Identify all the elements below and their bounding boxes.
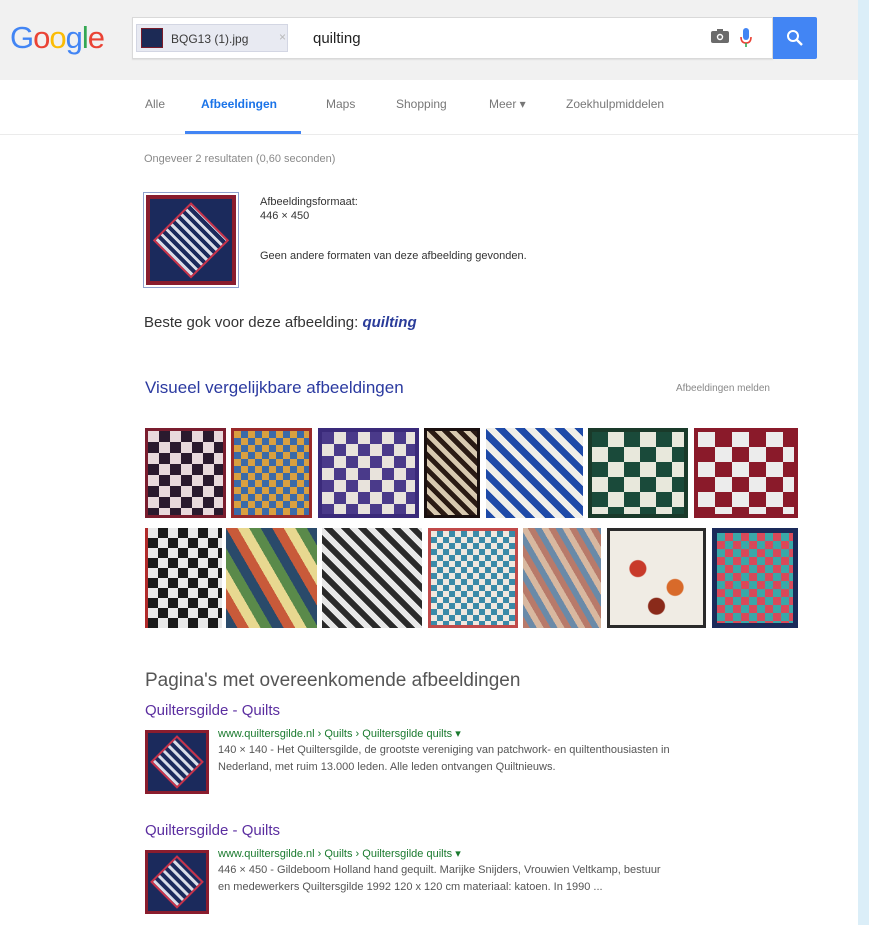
similar-image[interactable] (226, 528, 317, 628)
chip-thumbnail (141, 28, 163, 48)
similar-image[interactable] (694, 428, 798, 518)
similar-image[interactable] (231, 428, 312, 518)
result-thumbnail[interactable] (145, 730, 209, 794)
similar-image[interactable] (145, 528, 222, 628)
result-snippet-line2: Nederland, met ruim 13.000 leden. Alle l… (218, 761, 556, 773)
google-logo[interactable]: Google (10, 20, 105, 56)
search-icon (787, 30, 803, 46)
no-other-sizes-note: Geen andere formaten van deze afbeelding… (260, 250, 527, 262)
result-snippet-line1: 140 × 140 - Het Quiltersgilde, de groots… (218, 744, 670, 756)
camera-icon[interactable] (711, 29, 729, 43)
tab-search-tools[interactable]: Zoekhulpmiddelen (566, 97, 664, 111)
result-snippet-line1: 446 × 450 - Gildeboom Holland hand gequi… (218, 864, 661, 876)
similar-image[interactable] (712, 528, 798, 628)
quilt-image (146, 195, 236, 285)
tab-shopping[interactable]: Shopping (396, 97, 447, 111)
result-title[interactable]: Quiltersgilde - Quilts (145, 822, 280, 839)
image-format-value[interactable]: 446 × 450 (260, 210, 309, 222)
tab-maps[interactable]: Maps (326, 97, 355, 111)
search-box[interactable]: BQG13 (1).jpg × quilting (132, 17, 773, 59)
similar-image[interactable] (607, 528, 706, 628)
image-format-label: Afbeeldingsformaat: (260, 196, 358, 208)
best-guess-prefix: Beste gok voor deze afbeelding: (144, 314, 363, 331)
matching-pages-title: Pagina's met overeenkomende afbeeldingen (145, 670, 521, 691)
similar-image[interactable] (588, 428, 688, 518)
chip-filename: BQG13 (1).jpg (171, 32, 249, 46)
result-title[interactable]: Quiltersgilde - Quilts (145, 702, 280, 719)
chip-close-icon[interactable]: × (279, 30, 286, 44)
tab-more[interactable]: Meer ▾ (489, 97, 526, 111)
similar-image[interactable] (486, 428, 583, 518)
result-stats: Ongeveer 2 resultaten (0,60 seconden) (144, 153, 336, 165)
result-url[interactable]: www.quiltersgilde.nl › Quilts › Quilters… (218, 727, 461, 740)
similar-image[interactable] (424, 428, 480, 518)
similar-image[interactable] (428, 528, 518, 628)
best-guess: Beste gok voor deze afbeelding: quilting (144, 314, 417, 331)
similar-image[interactable] (318, 428, 419, 518)
query-image-thumbnail[interactable] (143, 192, 239, 288)
tab-images[interactable]: Afbeeldingen (201, 97, 277, 111)
search-header: Google BQG13 (1).jpg × quilting (0, 0, 858, 80)
active-tab-indicator (185, 131, 301, 134)
similar-image[interactable] (523, 528, 601, 628)
similar-image[interactable] (322, 528, 422, 628)
result-url[interactable]: www.quiltersgilde.nl › Quilts › Quilters… (218, 847, 461, 860)
search-input[interactable]: quilting (313, 30, 361, 47)
result-snippet-line2: en medewerkers Quiltersgilde 1992 120 x … (218, 881, 603, 893)
result-thumbnail[interactable] (145, 850, 209, 914)
best-guess-link[interactable]: quilting (362, 314, 416, 331)
similar-image[interactable] (145, 428, 226, 518)
tab-all[interactable]: Alle (145, 97, 165, 111)
search-tabs: Alle Afbeeldingen Maps Shopping Meer ▾ Z… (0, 80, 858, 135)
similar-images-title[interactable]: Visueel vergelijkbare afbeeldingen (145, 378, 404, 398)
image-query-chip[interactable]: BQG13 (1).jpg × (136, 24, 288, 52)
mic-icon[interactable] (740, 28, 752, 48)
report-images-link[interactable]: Afbeeldingen melden (676, 383, 770, 394)
search-button[interactable] (773, 17, 817, 59)
